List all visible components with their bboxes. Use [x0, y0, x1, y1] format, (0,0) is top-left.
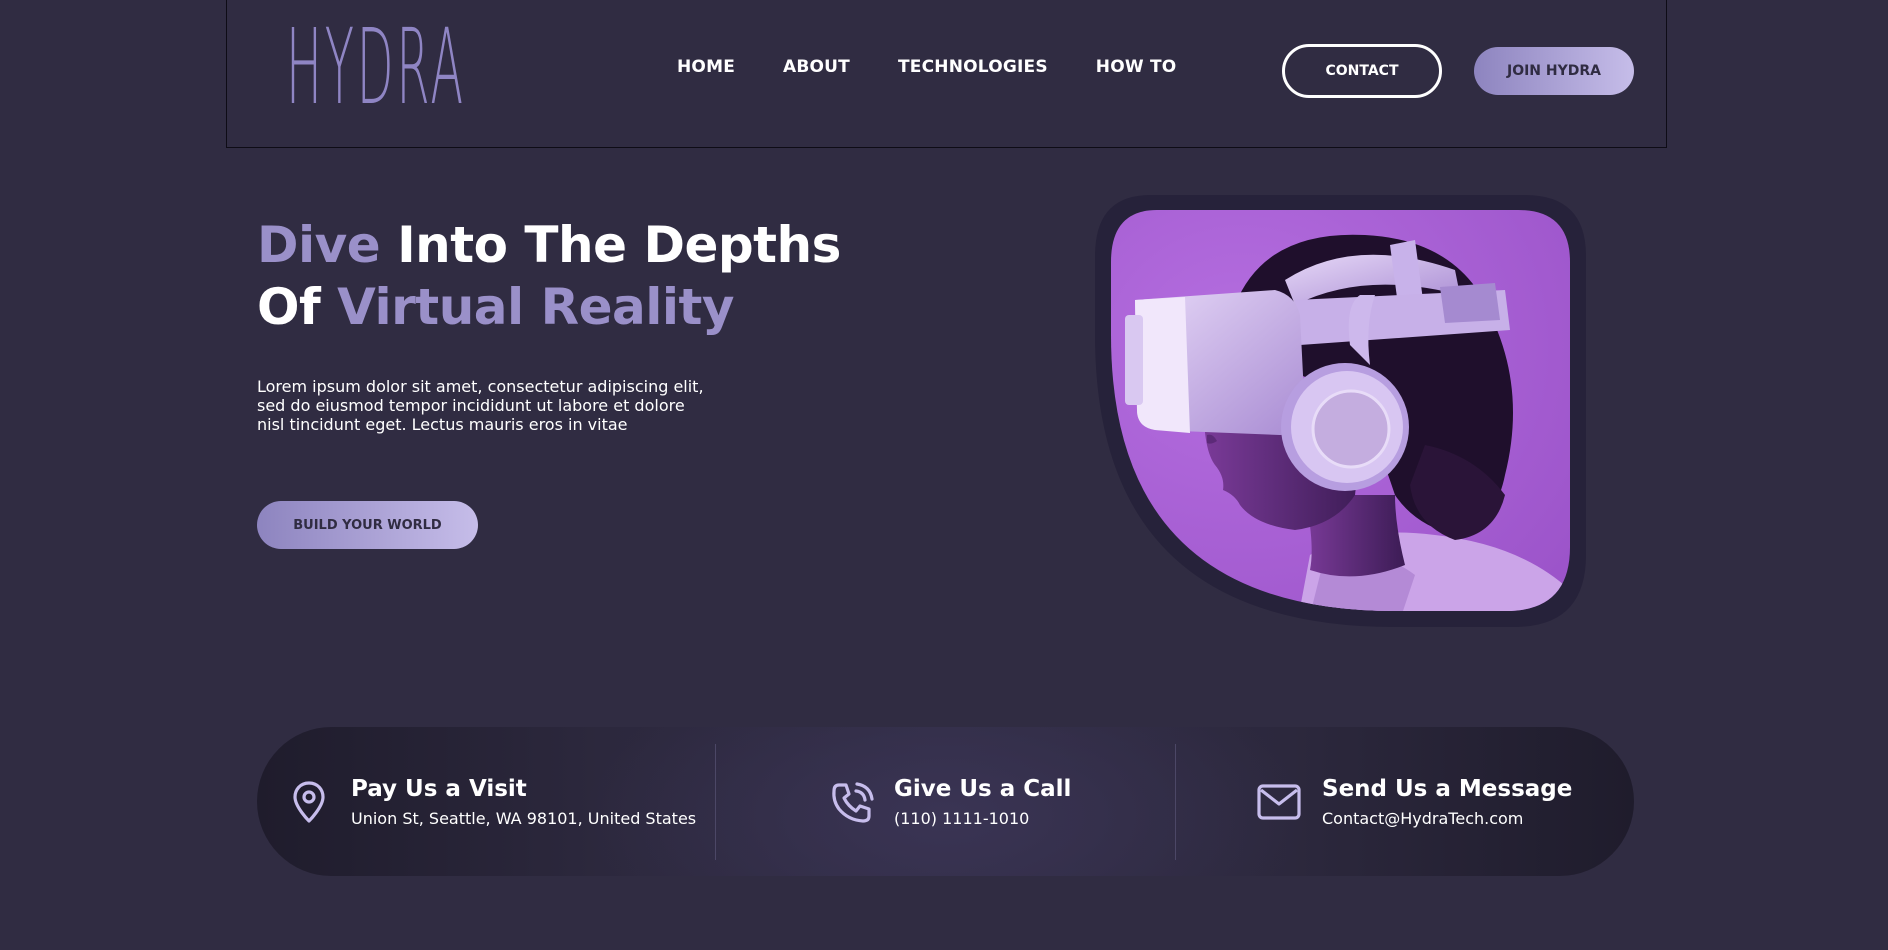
hero-title-line1-rest: Into The Depths [380, 216, 841, 274]
divider [1175, 744, 1176, 860]
contact-visit: Pay Us a Visit Union St, Seattle, WA 981… [289, 727, 696, 876]
hero-title-accent-dive: Dive [257, 216, 381, 274]
nav-about[interactable]: ABOUT [783, 57, 850, 77]
nav-how-to[interactable]: HOW TO [1096, 57, 1177, 77]
contact-message: Send Us a Message Contact@HydraTech.com [1256, 727, 1572, 876]
hero-description-line: Lorem ipsum dolor sit amet, consectetur … [257, 377, 704, 396]
contact-call-phone[interactable]: (110) 1111-1010 [894, 809, 1071, 829]
hero-title: Dive Into The Depths Of Virtual Reality [257, 214, 841, 338]
divider [715, 744, 716, 860]
hero-description-line: nisl tincidunt eget. Lectus mauris eros … [257, 415, 628, 434]
contact-button[interactable]: CONTACT [1282, 44, 1442, 98]
mail-icon [1257, 783, 1301, 820]
location-pin-icon [293, 780, 325, 823]
main-nav: HOME ABOUT TECHNOLOGIES HOW TO [677, 57, 1224, 77]
contact-strip: Pay Us a Visit Union St, Seattle, WA 981… [257, 727, 1634, 876]
contact-message-title: Send Us a Message [1322, 776, 1573, 802]
nav-technologies[interactable]: TECHNOLOGIES [898, 57, 1048, 77]
hero-title-accent-vr: Virtual Reality [337, 278, 734, 336]
vr-headset-person-image [1095, 195, 1586, 627]
brand-name: HYDRA [286, 6, 466, 128]
join-hydra-button[interactable]: JOIN HYDRA [1474, 47, 1634, 95]
contact-message-email[interactable]: Contact@HydraTech.com [1322, 809, 1572, 829]
logo[interactable]: HYDRA [264, 9, 564, 121]
contact-call-title: Give Us a Call [894, 776, 1072, 802]
phone-icon [832, 781, 874, 823]
build-your-world-button[interactable]: BUILD YOUR WORLD [257, 501, 478, 549]
hero-title-line2-start: Of [257, 278, 338, 336]
contact-visit-title: Pay Us a Visit [351, 776, 527, 802]
hero-description: Lorem ipsum dolor sit amet, consectetur … [257, 377, 727, 434]
contact-call: Give Us a Call (110) 1111-1010 [830, 727, 1071, 876]
contact-visit-address[interactable]: Union St, Seattle, WA 98101, United Stat… [351, 809, 696, 829]
hero-description-line: sed do eiusmod tempor incididunt ut labo… [257, 396, 685, 415]
nav-home[interactable]: HOME [677, 57, 735, 77]
site-header: HYDRA HOME ABOUT TECHNOLOGIES HOW TO CON… [226, 0, 1667, 148]
